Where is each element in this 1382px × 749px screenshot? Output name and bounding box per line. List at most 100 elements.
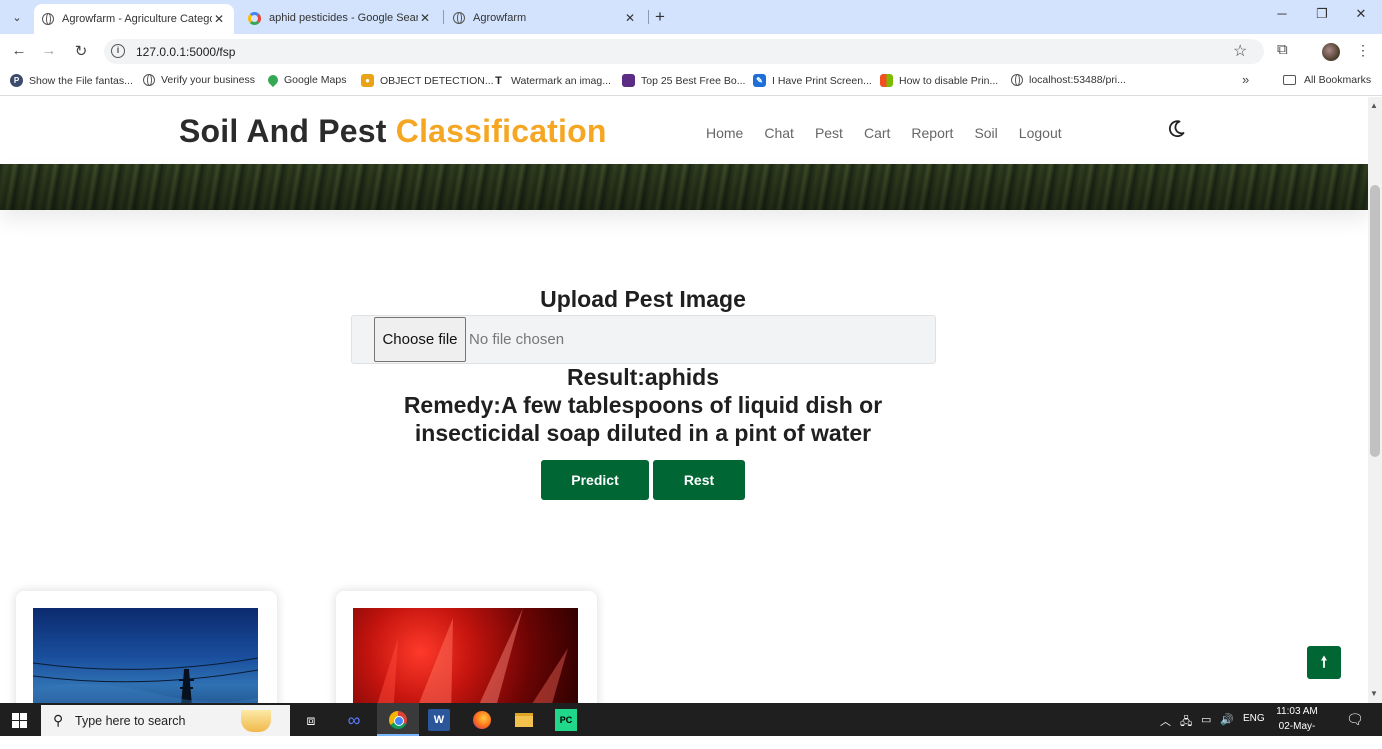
bookmark-item[interactable]: How to disable Prin... bbox=[880, 74, 998, 87]
reload-button[interactable]: ↻ bbox=[71, 42, 91, 60]
device-icon[interactable]: ▭ bbox=[1201, 713, 1211, 726]
bookmark-item[interactable]: P Show the File fantas... bbox=[10, 74, 133, 87]
nav-cart[interactable]: Cart bbox=[864, 125, 890, 141]
word-icon[interactable]: W bbox=[428, 709, 450, 731]
folder-icon bbox=[1283, 75, 1296, 85]
page-viewport: Soil And Pest Classification Home Chat P… bbox=[0, 97, 1368, 703]
brand-main: Soil And Pest bbox=[179, 113, 387, 149]
upload-pest-title: Upload Pest Image bbox=[540, 286, 746, 312]
globe-icon bbox=[453, 12, 465, 24]
card-image-red-plant bbox=[353, 608, 578, 703]
object-detection-icon: ● bbox=[361, 74, 374, 87]
pycharm-icon[interactable]: PC bbox=[555, 709, 577, 731]
bookmark-star-icon[interactable]: ☆ bbox=[1233, 41, 1247, 61]
chrome-icon[interactable] bbox=[387, 709, 409, 731]
back-to-top-button[interactable]: 🠕 bbox=[1307, 646, 1341, 679]
tab-search-dropdown[interactable]: ⌄ bbox=[7, 8, 27, 26]
bookmark-item[interactable]: Google Maps bbox=[265, 72, 346, 88]
file-status-text: No file chosen bbox=[469, 331, 565, 348]
close-window-button[interactable]: ✕ bbox=[1351, 6, 1371, 22]
p-icon: P bbox=[10, 74, 23, 87]
category-card[interactable] bbox=[16, 591, 277, 703]
maps-pin-icon bbox=[265, 72, 281, 88]
globe-icon bbox=[143, 74, 155, 86]
scroll-up-arrow-icon[interactable]: ▲ bbox=[1370, 101, 1378, 110]
bookmark-item[interactable]: Verify your business bbox=[143, 74, 255, 86]
extensions-icon[interactable]: ⧉ bbox=[1277, 41, 1288, 58]
tab-aphid-pesticides[interactable]: aphid pesticides - Google Searc ✕ bbox=[240, 4, 440, 32]
task-view-icon[interactable]: ⧈ bbox=[300, 709, 322, 731]
browser-tab-strip: ⌄ Agrowfarm - Agriculture Catego ✕ aphid… bbox=[0, 0, 1382, 34]
choose-file-button[interactable]: Choose file bbox=[374, 317, 466, 362]
result-text: Result:aphids bbox=[566, 364, 720, 390]
site-brand[interactable]: Soil And Pest Classification bbox=[179, 113, 607, 150]
microsoft-icon bbox=[880, 74, 893, 87]
tab-agrowfarm-agriculture[interactable]: Agrowfarm - Agriculture Catego ✕ bbox=[34, 4, 234, 34]
bookmark-item[interactable]: ● OBJECT DETECTION... bbox=[361, 74, 494, 87]
main-nav: Home Chat Pest Cart Report Soil Logout bbox=[706, 125, 1083, 141]
volume-icon[interactable]: 🔊 bbox=[1220, 713, 1234, 726]
remedy-text: Remedy:A few tablespoons of liquid dish … bbox=[403, 392, 883, 446]
all-bookmarks-button[interactable]: All Bookmarks bbox=[1283, 74, 1371, 86]
more-bookmarks-icon[interactable]: » bbox=[1242, 72, 1249, 87]
infinity-app-icon[interactable]: ∞ bbox=[343, 709, 365, 731]
crop-field-banner bbox=[0, 164, 1368, 210]
dark-mode-moon-icon[interactable] bbox=[1166, 119, 1186, 139]
clock-time: 11:03 AM bbox=[1276, 706, 1318, 717]
category-card[interactable] bbox=[336, 591, 597, 703]
globe-icon bbox=[42, 13, 54, 25]
network-icon[interactable]: 🖧 bbox=[1180, 713, 1192, 732]
predict-button[interactable]: Predict bbox=[541, 460, 649, 500]
site-info-icon[interactable]: i bbox=[111, 44, 125, 58]
close-tab-icon[interactable]: ✕ bbox=[212, 12, 226, 26]
file-explorer-icon[interactable] bbox=[513, 709, 535, 731]
url-text[interactable]: 127.0.0.1:5000/fsp bbox=[136, 45, 235, 59]
back-button[interactable]: ← bbox=[9, 42, 29, 59]
nav-soil[interactable]: Soil bbox=[974, 125, 997, 141]
nav-logout[interactable]: Logout bbox=[1019, 125, 1062, 141]
forward-button[interactable]: → bbox=[39, 42, 59, 59]
clock-date: 02-May-2024 bbox=[1278, 721, 1316, 747]
bookmark-item[interactable]: Top 25 Best Free Bo... bbox=[622, 74, 745, 87]
power-pylon-silhouette bbox=[32, 657, 259, 703]
system-clock[interactable]: 11:03 AM 02-May-2024 bbox=[1268, 704, 1326, 749]
restore-button[interactable]: ❐ bbox=[1312, 6, 1332, 22]
taskbar-search-box[interactable]: ⚲ Type here to search bbox=[41, 705, 290, 736]
tab-divider bbox=[648, 10, 649, 24]
minimize-button[interactable]: ─ bbox=[1272, 6, 1292, 21]
browser-menu-icon[interactable]: ⋮ bbox=[1356, 42, 1370, 59]
t-icon: T bbox=[495, 74, 502, 87]
address-bar[interactable] bbox=[104, 39, 1264, 64]
new-tab-button[interactable]: + bbox=[655, 7, 665, 27]
cortana-icon bbox=[241, 710, 271, 732]
show-hidden-icons[interactable]: ︿ bbox=[1160, 713, 1171, 729]
language-indicator[interactable]: ENG bbox=[1243, 713, 1265, 724]
nav-chat[interactable]: Chat bbox=[764, 125, 794, 141]
bookmark-item[interactable]: localhost:53488/pri... bbox=[1011, 74, 1126, 86]
nav-pest[interactable]: Pest bbox=[815, 125, 843, 141]
search-icon: ⚲ bbox=[53, 712, 64, 728]
firefox-icon[interactable] bbox=[471, 709, 493, 731]
brand-accent: Classification bbox=[395, 113, 607, 149]
file-input[interactable]: Choose file No file chosen bbox=[351, 315, 936, 364]
red-leaves-pattern bbox=[377, 608, 568, 703]
google-icon bbox=[248, 11, 261, 25]
profile-avatar[interactable] bbox=[1322, 43, 1340, 61]
scroll-down-arrow-icon[interactable]: ▼ bbox=[1370, 689, 1378, 698]
close-tab-icon[interactable]: ✕ bbox=[418, 11, 432, 25]
bookmark-item[interactable]: T Watermark an imag... bbox=[492, 74, 611, 87]
page-scrollbar[interactable]: ▲ ▼ bbox=[1368, 97, 1382, 703]
notifications-icon[interactable]: 🗨 bbox=[1346, 711, 1364, 728]
close-tab-icon[interactable]: ✕ bbox=[623, 11, 637, 25]
tab-agrowfarm[interactable]: Agrowfarm ✕ bbox=[445, 4, 645, 32]
scroll-thumb[interactable] bbox=[1370, 185, 1380, 457]
book-icon bbox=[622, 74, 635, 87]
windows-taskbar: ⚲ Type here to search ⧈ ∞ W PC ︿ 🖧 ▭ 🔊 E… bbox=[0, 703, 1382, 736]
nav-report[interactable]: Report bbox=[911, 125, 953, 141]
nav-home[interactable]: Home bbox=[706, 125, 743, 141]
taskbar-search-placeholder: Type here to search bbox=[75, 714, 186, 728]
windows-start-icon[interactable] bbox=[12, 713, 27, 728]
site-header: Soil And Pest Classification Home Chat P… bbox=[0, 97, 1368, 164]
reset-button[interactable]: Rest bbox=[653, 460, 745, 500]
bookmark-item[interactable]: ✎ I Have Print Screen... bbox=[753, 74, 872, 87]
